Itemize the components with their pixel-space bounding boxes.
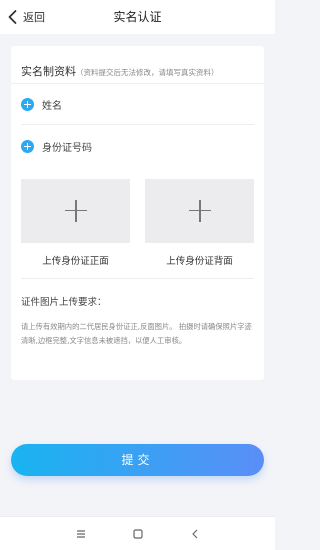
- home-square-icon[interactable]: [130, 526, 146, 542]
- divider: [21, 124, 254, 125]
- system-nav-bar: [0, 516, 275, 550]
- section-title: 实名制资料: [21, 65, 76, 78]
- requirements-title: 证件图片上传要求：: [21, 297, 107, 308]
- menu-icon[interactable]: [73, 526, 89, 542]
- id-number-field-label: 身份证号码: [42, 142, 92, 154]
- section-header: 实名制资料（资料提交后无法修改，请填写真实资料）: [21, 60, 219, 79]
- upload-id-back-label: 上传身份证背面: [166, 256, 233, 267]
- divider: [11, 83, 264, 84]
- name-field-label: 姓名: [42, 100, 62, 112]
- id-number-field[interactable]: 身份证号码: [21, 136, 92, 156]
- upload-id-back-button[interactable]: [145, 179, 254, 243]
- plus-circle-icon: [21, 97, 34, 111]
- submit-button[interactable]: 提交: [11, 444, 264, 476]
- upload-id-front-button[interactable]: [21, 179, 130, 243]
- upload-id-front-label: 上传身份证正面: [42, 256, 109, 267]
- page-title: 实名认证: [113, 10, 162, 24]
- back-triangle-icon[interactable]: [187, 526, 203, 542]
- divider: [21, 278, 254, 279]
- section-note: （资料提交后无法修改，请填写真实资料）: [76, 68, 219, 77]
- plus-circle-icon: [21, 139, 34, 153]
- name-field[interactable]: 姓名: [21, 94, 62, 114]
- top-bar: 返回 实名认证: [0, 0, 275, 34]
- requirements-text: 请上传有效期内的二代居民身份证正,反面图片。 拍摄时请确保照片字迹清晰,边框完整…: [21, 322, 252, 345]
- identity-form-card: 实名制资料（资料提交后无法修改，请填写真实资料） 姓名 身份证号码 上传身份证正…: [11, 46, 264, 380]
